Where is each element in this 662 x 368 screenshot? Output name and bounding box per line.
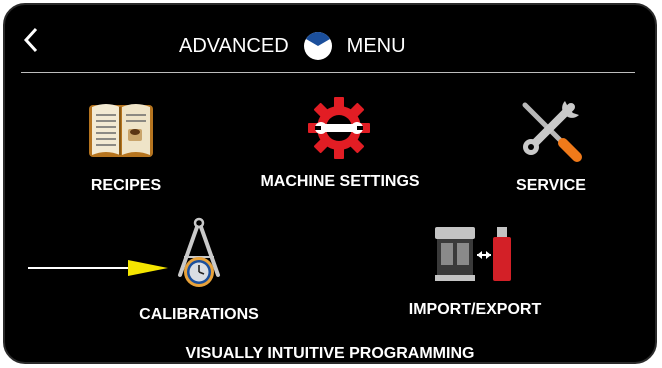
compass-clock-icon	[178, 217, 220, 287]
touchscreen-panel: ADVANCED MENU RECIPES MACHINE SETTINGS S…	[3, 3, 657, 364]
tile-machine-settings-label: MACHINE SETTINGS	[260, 173, 420, 190]
tile-import-export[interactable]: IMPORT/EXPORT	[385, 223, 565, 323]
tile-calibrations-label: CALIBRATIONS	[139, 306, 259, 323]
back-button[interactable]	[19, 25, 43, 55]
tile-service[interactable]: SERVICE	[490, 97, 620, 197]
gear-wrench-icon	[308, 97, 370, 159]
footer-tagline: VISUALLY INTUITIVE PROGRAMMING	[185, 345, 475, 362]
tile-recipes[interactable]: RECIPES	[60, 97, 210, 197]
tile-calibrations[interactable]: CALIBRATIONS	[120, 217, 280, 327]
tile-service-label: SERVICE	[516, 177, 586, 194]
header-divider	[21, 72, 635, 73]
recipe-book-icon	[89, 104, 153, 157]
tile-machine-settings[interactable]: MACHINE SETTINGS	[241, 95, 441, 195]
page-title: ADVANCED MENU	[179, 31, 406, 61]
clock-logo-icon	[303, 32, 332, 60]
chevron-left-icon	[23, 27, 38, 53]
tile-recipes-label: RECIPES	[90, 177, 162, 194]
tile-import-export-label: IMPORT/EXPORT	[408, 301, 542, 318]
title-menu: MENU	[346, 34, 406, 57]
machine-usb-transfer-icon	[435, 227, 511, 281]
wrench-screwdriver-icon	[522, 101, 582, 162]
title-advanced: ADVANCED	[179, 34, 289, 57]
